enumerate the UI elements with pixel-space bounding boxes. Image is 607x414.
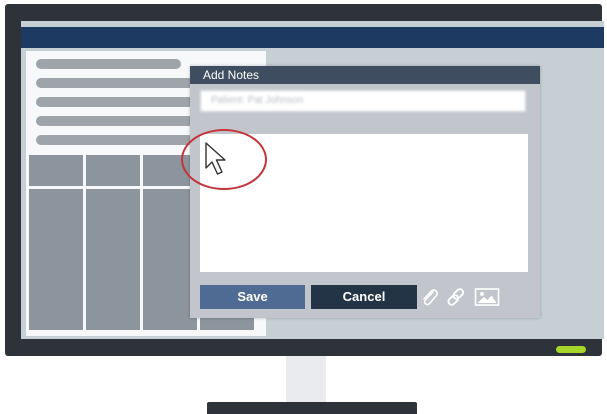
table-cell [29,189,83,330]
cancel-button[interactable]: Cancel [311,285,417,309]
placeholder-text-line [36,97,194,107]
monitor-stand-neck [286,356,326,402]
table-cell [86,189,140,330]
table-header-cell [29,155,83,186]
placeholder-text-line [36,59,181,69]
table-header-cell [86,155,140,186]
link-icon[interactable] [445,286,467,308]
add-notes-dialog: Add Notes Patient: Pat Johnson Save Canc… [190,66,540,318]
monitor-stand-base [207,402,417,414]
image-icon[interactable] [474,286,500,308]
placeholder-text-line [36,78,194,88]
paperclip-icon[interactable] [418,286,440,308]
placeholder-text-line [36,116,194,126]
dialog-title-bar: Add Notes [190,66,540,84]
dialog-title: Add Notes [203,68,260,82]
table-cell [143,189,197,330]
power-led [556,346,586,353]
placeholder-text-line [36,135,194,145]
save-button[interactable]: Save [200,285,305,309]
patient-name-field: Patient: Pat Johnson [200,90,526,112]
app-header-bar [21,27,604,48]
mouse-pointer-icon [205,142,226,175]
